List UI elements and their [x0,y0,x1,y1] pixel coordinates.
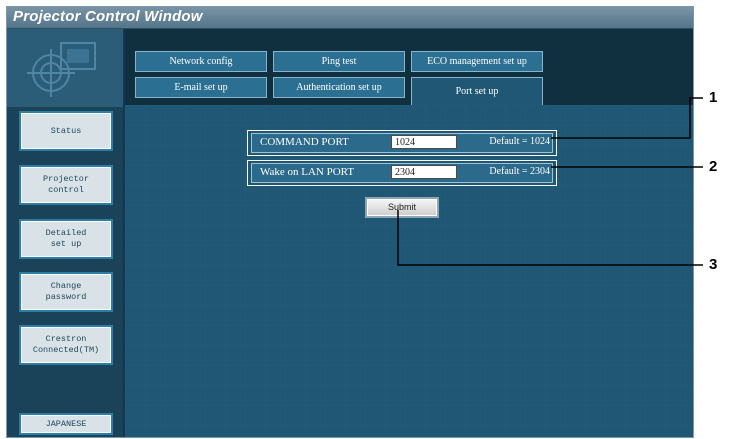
detailed-setup-button[interactable]: Detailed set up [19,219,113,259]
projector-logo-icon [27,42,96,97]
projector-control-window: Projector Control Window Status Projecto… [6,6,694,438]
tab-network-config[interactable]: Network config [135,51,267,72]
tab-email-setup[interactable]: E-mail set up [135,77,267,98]
tab-eco-management[interactable]: ECO management set up [411,51,543,72]
status-button[interactable]: Status [19,111,113,151]
crestron-connected-button[interactable]: Crestron Connected(TM) [19,325,113,365]
projector-control-button[interactable]: Projector control [19,165,113,205]
tab-authentication-setup[interactable]: Authentication set up [273,77,405,98]
window-title: Projector Control Window [13,8,203,25]
japanese-language-button[interactable]: JAPANESE [19,413,113,435]
title-bar: Projector Control Window [7,7,693,29]
tab-ping-test[interactable]: Ping test [273,51,405,72]
change-password-button[interactable]: Change password [19,272,113,312]
wake-on-lan-port-label: Wake on LAN PORT [260,166,355,178]
wake-on-lan-port-row: Wake on LAN PORT Default = 2304 [247,160,557,186]
tab-port-setup[interactable]: Port set up [411,77,543,105]
wake-on-lan-port-input[interactable] [391,165,457,179]
command-port-row: COMMAND PORT Default = 1024 [247,130,557,156]
command-port-label: COMMAND PORT [260,136,349,148]
callout-3: 3 [709,256,718,273]
submit-button[interactable]: Submit [365,197,439,218]
sidebar: Status Projector control Detailed set up… [7,29,123,437]
command-port-default: Default = 1024 [489,136,550,147]
command-port-input[interactable] [391,135,457,149]
tab-bar: Network config Ping test ECO management … [125,29,693,105]
wake-on-lan-port-default: Default = 2304 [489,166,550,177]
main-panel: Network config Ping test ECO management … [125,29,693,437]
callout-2: 2 [709,158,718,175]
callout-1: 1 [709,89,718,106]
